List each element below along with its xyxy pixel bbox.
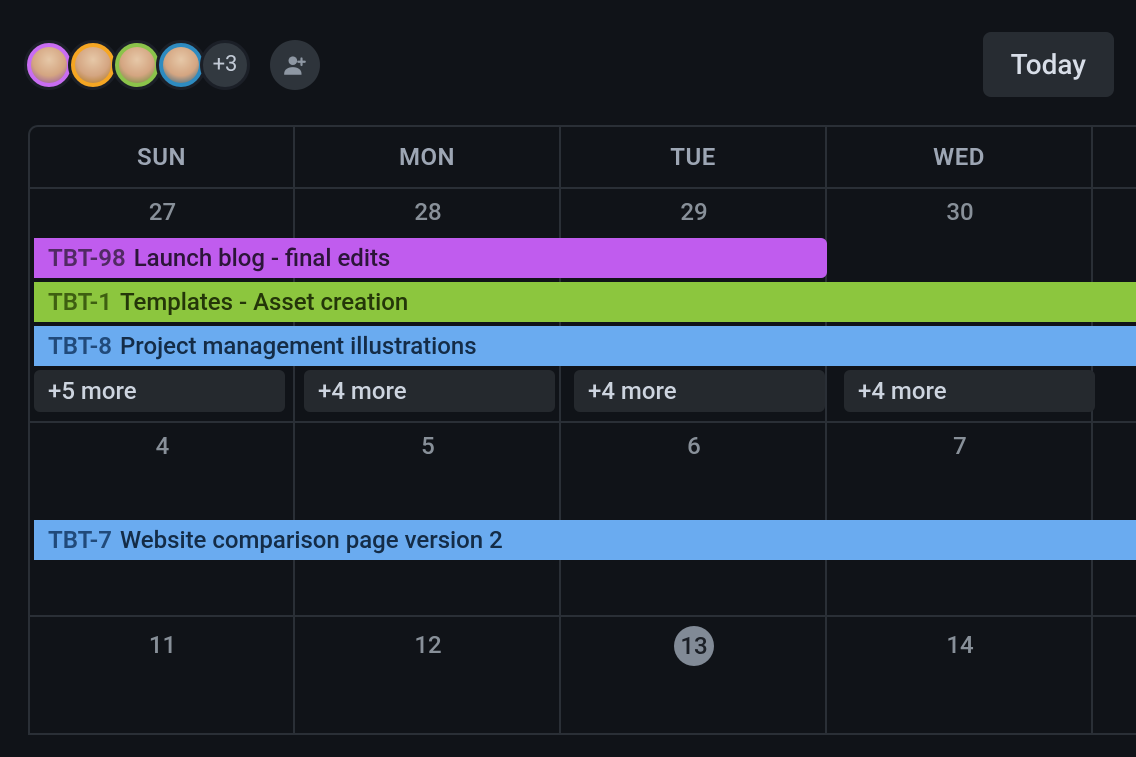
day-header-wed: WED (827, 127, 1093, 189)
top-bar: +3 Today (0, 0, 1136, 115)
avatar[interactable] (112, 40, 162, 90)
week-row: 27 28 29 30 TBT-98 Launch blog - final e… (30, 189, 1136, 423)
date-cell[interactable]: 14 (827, 617, 1093, 673)
more-link[interactable]: +4 more (574, 370, 825, 412)
date-cell[interactable]: 7 (827, 423, 1093, 469)
date-cell[interactable]: 12 (295, 617, 561, 673)
event-title: Templates - Asset creation (120, 288, 408, 316)
avatar[interactable] (156, 40, 206, 90)
add-user-icon (282, 52, 308, 78)
date-cell-today[interactable]: 13 (561, 617, 827, 673)
calendar: SUN MON TUE WED 27 28 29 30 TBT-98 Launc… (28, 125, 1136, 735)
date-cell[interactable]: 27 (30, 189, 295, 235)
date-cell[interactable]: 28 (295, 189, 561, 235)
event-tbt-8[interactable]: TBT-8 Project management illustrations (34, 326, 1136, 366)
today-button[interactable]: Today (983, 32, 1114, 97)
day-header-row: SUN MON TUE WED (30, 127, 1136, 189)
date-cell[interactable]: 30 (827, 189, 1093, 235)
event-title: Website comparison page version 2 (120, 526, 503, 554)
avatar[interactable] (68, 40, 118, 90)
event-key: TBT-98 (48, 244, 126, 272)
event-tbt-7[interactable]: TBT-7 Website comparison page version 2 (34, 520, 1136, 560)
event-key: TBT-7 (48, 526, 112, 554)
more-link[interactable]: +5 more (34, 370, 285, 412)
event-title: Launch blog - final edits (134, 244, 391, 272)
avatar[interactable] (24, 40, 74, 90)
event-tbt-1[interactable]: TBT-1 Templates - Asset creation (34, 282, 1136, 322)
week-row: 11 12 13 14 (30, 617, 1136, 735)
date-cell[interactable]: 4 (30, 423, 295, 469)
event-key: TBT-8 (48, 332, 112, 360)
event-title: Project management illustrations (120, 332, 477, 360)
day-header-sun: SUN (30, 127, 295, 189)
more-link[interactable]: +4 more (844, 370, 1095, 412)
add-user-button[interactable] (270, 40, 320, 90)
date-cell[interactable]: 6 (561, 423, 827, 469)
date-cell[interactable]: 29 (561, 189, 827, 235)
date-cell[interactable]: 5 (295, 423, 561, 469)
avatar-overflow[interactable]: +3 (200, 40, 250, 90)
event-key: TBT-1 (48, 288, 112, 316)
day-header-next (1093, 127, 1136, 189)
day-header-tue: TUE (561, 127, 827, 189)
day-header-mon: MON (295, 127, 561, 189)
event-tbt-98[interactable]: TBT-98 Launch blog - final edits (34, 238, 827, 278)
date-cell[interactable]: 11 (30, 617, 295, 673)
avatar-stack: +3 (24, 40, 250, 90)
week-row: 4 5 6 7 TBT-7 Website comparison page ve… (30, 423, 1136, 617)
more-link[interactable]: +4 more (304, 370, 555, 412)
left-group: +3 (24, 40, 320, 90)
